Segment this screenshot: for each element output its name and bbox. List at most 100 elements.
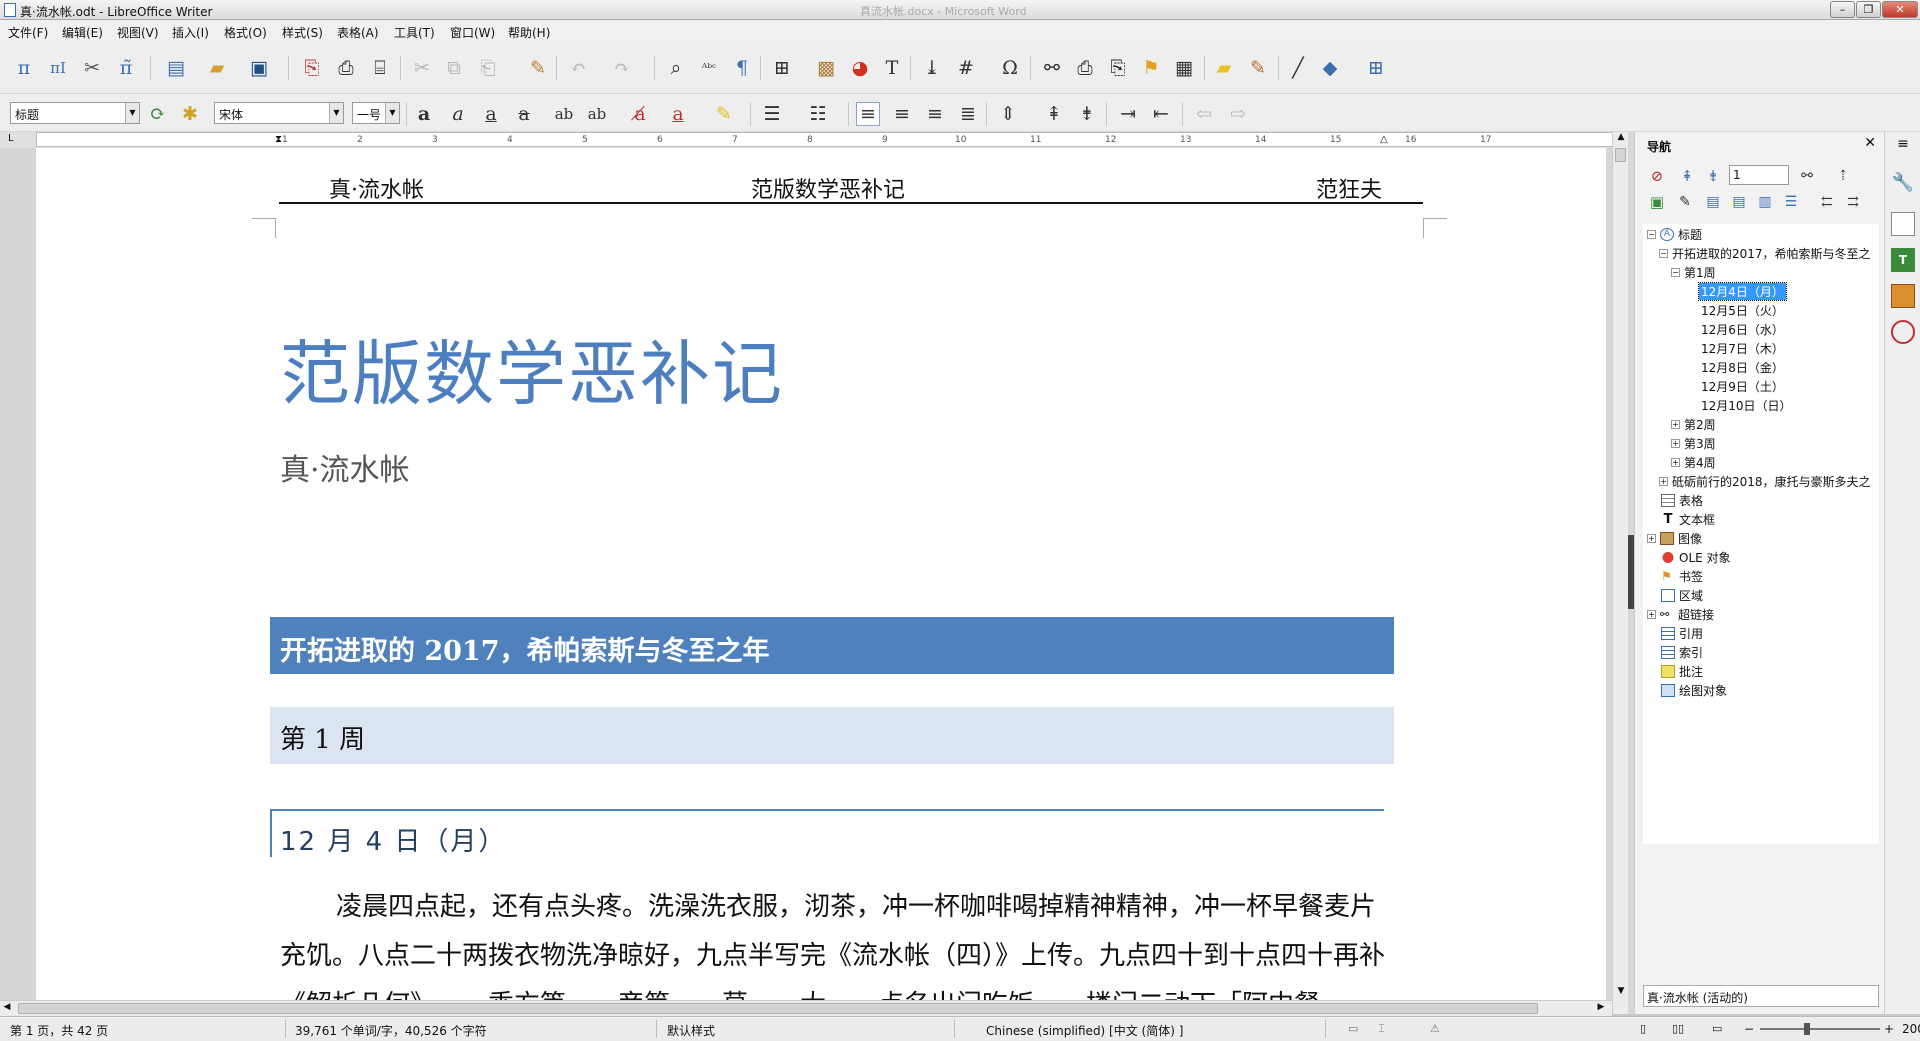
increase-indent-icon[interactable]: ⇥ [1116,102,1140,126]
italic-icon[interactable]: a [446,102,470,126]
save-icon[interactable]: ▣ [247,56,271,80]
maximize-button[interactable]: ❐ [1856,1,1881,18]
promote-outline-icon[interactable]: ⇦ [1192,102,1216,126]
navigation-toggle-icon[interactable]: ⊘ [1645,164,1669,188]
font-size-combo[interactable]: 一号 ▼ [352,102,400,124]
bullet-list-icon[interactable]: ☰ [760,102,784,126]
line-spacing-icon[interactable]: ⇕ [996,102,1020,126]
tree-item-hyperlinks[interactable]: + ⚯ 超链接 [1647,606,1714,623]
zoom-level[interactable]: 200% [1902,1022,1920,1036]
vertical-scroll-thumb[interactable] [1615,148,1626,162]
left-indent-marker[interactable]: ⧗ [275,134,282,145]
tab-stop-selector[interactable]: L [8,133,14,144]
tree-item-day[interactable]: 12月7日（木） [1701,340,1784,357]
right-indent-marker[interactable]: △ [1380,134,1388,145]
tree-item-comments[interactable]: 批注 [1661,663,1703,680]
book-view-icon[interactable]: ▭ [1712,1022,1722,1035]
single-page-view-icon[interactable]: ▯ [1640,1022,1646,1035]
anchor-text-icon[interactable]: ▥ [1753,190,1777,214]
chevron-down-icon[interactable]: ▼ [125,103,139,123]
insert-textbox-icon[interactable]: T [880,56,904,80]
tree-item-drawings[interactable]: 绘图对象 [1661,682,1727,699]
new-document-icon[interactable]: ▤ [164,56,188,80]
tree-item-week[interactable]: + 第3周 [1671,435,1716,452]
heading-2[interactable]: 第 1 周 [270,707,1394,764]
header-jump-icon[interactable]: ▤ [1701,190,1725,214]
scroll-left-icon[interactable]: ◀ [0,1002,14,1015]
page-count[interactable]: 第 1 页，共 42 页 [10,1022,108,1039]
tree-item-tables[interactable]: 表格 [1661,492,1703,509]
matrix-icon[interactable]: πI [46,56,70,80]
page-number-spinner[interactable]: 1 [1729,165,1789,185]
track-changes-icon[interactable]: ✎ [1246,56,1270,80]
navigator-tree[interactable]: − A 标题 − 开拓进取的2017，希帕索斯与冬至之 − 第1周 12月4日（月） 1… [1643,224,1879,844]
endnote-icon[interactable]: ⎘ [1106,56,1130,80]
set-reminder-icon[interactable]: ✎ [1673,190,1697,214]
increase-paragraph-spacing-icon[interactable]: ⇞ [1042,102,1066,126]
gallery-icon[interactable] [1891,284,1915,308]
tree-item-references[interactable]: 引用 [1661,625,1703,642]
decrease-paragraph-spacing-icon[interactable]: ⇟ [1075,102,1099,126]
navigator-document-select[interactable]: 真·流水帐 (活动的) [1643,985,1879,1007]
styles-icon[interactable]: T [1891,248,1915,272]
body-paragraph[interactable]: 凌晨四点起，还有点头疼。洗澡洗衣服，沏茶，冲一杯咖啡喝掉精神精神，冲一杯早餐麦片… [280,883,1388,1014]
horizontal-scrollbar[interactable]: ◀ ▶ [0,1000,1612,1016]
footnote-icon[interactable]: ⎙ [1073,56,1097,80]
insert-mode-icon[interactable]: ▭ [1348,1022,1358,1035]
font-name-combo[interactable]: 宋体 ▼ [214,102,344,124]
navigator-icon[interactable] [1891,320,1915,344]
open-folder-icon[interactable]: ▰ [205,56,229,80]
language[interactable]: Chinese (simplified) [中文 (简体) ] [986,1022,1183,1039]
tree-item-day-selected[interactable]: 12月4日（月） [1698,282,1787,301]
tree-item-headings[interactable]: − A 标题 [1647,226,1702,243]
tree-item-textframes[interactable]: T 文本框 [1661,511,1715,528]
paste-icon[interactable]: ⎗ [476,56,500,80]
chevron-down-icon[interactable]: ▼ [329,103,343,123]
menu-insert[interactable]: 插入(I) [172,24,209,41]
tree-item-day[interactable]: 12月5日（火） [1701,302,1784,319]
chapter-down-icon[interactable]: ⇉ [1841,190,1865,214]
comment-icon[interactable]: ▰ [1212,56,1236,80]
tree-item-week[interactable]: + 第2周 [1671,416,1716,433]
next-object-icon[interactable]: ⇟ [1701,164,1725,188]
content-view-icon[interactable]: ▣ [1645,190,1669,214]
close-icon[interactable]: ✕ [1864,135,1876,151]
insert-table-icon[interactable]: ⊞ [770,56,794,80]
heading-1[interactable]: 开拓进取的 2017，希帕索斯与冬至之年 [270,617,1394,674]
tree-item-heading1[interactable]: − 开拓进取的2017，希帕索斯与冬至之 [1659,245,1871,262]
menu-window[interactable]: 窗口(W) [450,24,495,41]
menu-help[interactable]: 帮助(H) [508,24,550,41]
menu-view[interactable]: 视图(V) [117,24,159,41]
footer-jump-icon[interactable]: ▤ [1727,190,1751,214]
subscript-icon[interactable]: ab [585,102,609,126]
cross-reference-icon[interactable]: ▦ [1172,56,1196,80]
tree-item-images[interactable]: + 图像 [1647,530,1702,547]
scissors-tool-icon[interactable]: ✂ [80,56,104,80]
clear-formatting-icon[interactable]: a̸ [628,102,652,126]
find-replace-icon[interactable]: ⌕ [664,56,688,80]
document-page[interactable]: 真·流水帐 范版数学恶补记 范狂夫 范版数学恶补记 真·流水帐 开拓进取的 20… [36,148,1606,1014]
formatting-marks-icon[interactable]: ¶ [730,56,754,80]
font-color-icon[interactable]: a [666,102,690,126]
tree-item-week[interactable]: + 第4周 [1671,454,1716,471]
scroll-down-icon[interactable]: ▼ [1614,986,1628,1000]
insert-field-icon[interactable]: # [954,56,978,80]
page-break-icon[interactable]: ⤓ [920,56,944,80]
tree-item-day[interactable]: 12月10日（日） [1701,397,1792,414]
document-title[interactable]: 范版数学恶补记 [280,318,784,419]
tree-item-week[interactable]: − 第1周 [1671,264,1716,281]
clone-formatting-icon[interactable]: ✎ [526,56,550,80]
chapter-up-icon[interactable]: ⇇ [1815,190,1839,214]
menu-edit[interactable]: 编辑(E) [62,24,103,41]
tree-item-day[interactable]: 12月9日（土） [1701,378,1784,395]
scroll-right-icon[interactable]: ▶ [1594,1002,1608,1015]
menu-format[interactable]: 格式(O) [224,24,267,41]
copy-icon[interactable]: ⧉ [442,56,466,80]
close-button[interactable]: ✕ [1882,1,1918,18]
properties-icon[interactable]: 🔧 [1891,172,1915,196]
tree-item-day[interactable]: 12月6日（水） [1701,321,1784,338]
redo-icon[interactable]: ↷ [610,56,634,80]
minimize-button[interactable]: – [1830,1,1855,18]
vertical-scrollbar[interactable]: ▲ ▼ [1612,132,1628,1014]
menu-styles[interactable]: 样式(S) [282,24,323,41]
